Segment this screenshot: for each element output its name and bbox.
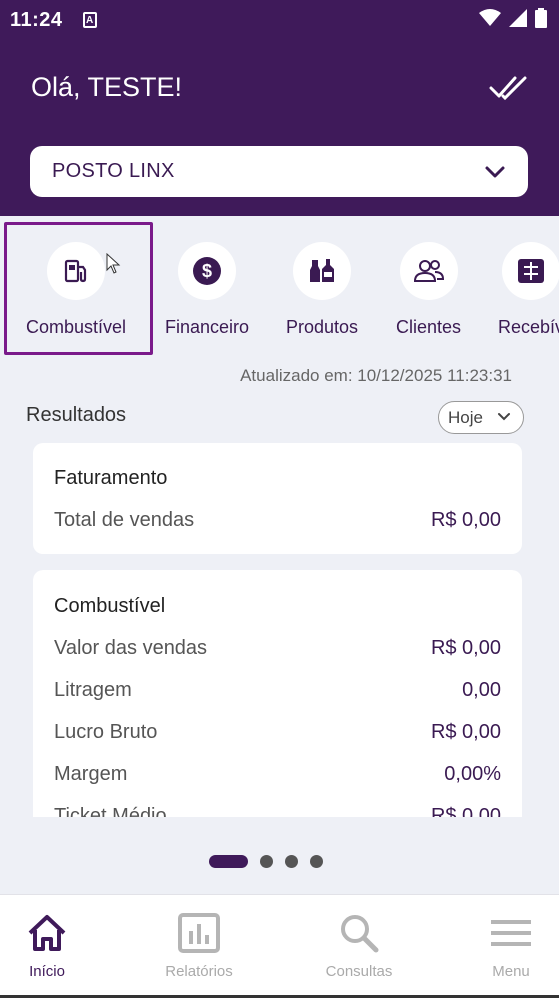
pager-dot[interactable]: [310, 855, 323, 868]
metric-row: Litragem 0,00: [54, 679, 501, 702]
double-check-icon[interactable]: [489, 74, 529, 102]
people-icon: [399, 242, 458, 300]
nav-relatorios[interactable]: Relatórios: [139, 913, 259, 980]
metric-value: R$ 0,00: [430, 721, 501, 743]
pager-dot-active[interactable]: [209, 855, 248, 868]
category-clientes[interactable]: Clientes: [396, 242, 461, 338]
chevron-down-icon: [498, 413, 510, 421]
metric-label: Valor das vendas: [54, 637, 208, 659]
metric-value: 0,00: [462, 679, 501, 701]
category-label: Combustível: [26, 317, 127, 337]
nav-label: Relatórios: [165, 963, 233, 980]
nav-label: Menu: [492, 963, 530, 980]
home-icon: [28, 915, 66, 951]
battery-icon: [535, 8, 547, 28]
metric-row: Ticket Médio R$ 0,00: [54, 805, 501, 817]
metric-value: 0,00%: [444, 763, 501, 785]
metric-label: Ticket Médio: [54, 805, 167, 817]
hamburger-menu-icon: [491, 920, 531, 946]
bar-chart-icon: [178, 913, 220, 953]
nav-inicio[interactable]: Início: [0, 913, 107, 980]
status-icons: [479, 8, 547, 28]
metric-label: Total de vendas: [54, 509, 195, 531]
nav-label: Consultas: [325, 963, 393, 980]
pager-dot[interactable]: [285, 855, 298, 868]
card-title: Combustível: [54, 595, 166, 617]
metric-value: R$ 0,00: [430, 637, 501, 659]
card-combustivel-body: Combustível Valor das vendas R$ 0,00 Lit…: [33, 570, 522, 817]
bottles-icon: [293, 242, 352, 300]
last-updated-text: Atualizado em: 10/12/2025 11:23:31: [240, 366, 512, 385]
category-produtos[interactable]: Produtos: [286, 242, 358, 338]
nav-menu[interactable]: Menu: [451, 913, 559, 980]
app-header: 11:24 A Olá, TESTE! POSTO LINX: [0, 0, 559, 216]
metric-row: Margem 0,00%: [54, 763, 501, 786]
dollar-icon: $: [178, 242, 237, 300]
nav-label: Início: [29, 963, 65, 980]
status-time: 11:24: [10, 8, 63, 31]
pager-dot[interactable]: [260, 855, 273, 868]
metric-label: Lucro Bruto: [54, 721, 158, 743]
category-label: Produtos: [286, 317, 359, 337]
cash-register-icon: [502, 242, 559, 300]
fuel-pump-icon: [47, 242, 106, 300]
signal-icon: [509, 9, 527, 27]
mouse-cursor-icon: [106, 253, 121, 274]
card-title: Faturamento: [54, 467, 168, 489]
metric-label: Litragem: [54, 679, 132, 701]
bottom-nav: Início Relatórios Consultas Menu: [0, 894, 559, 998]
period-select[interactable]: Hoje: [438, 401, 524, 434]
status-bar: 11:24 A: [0, 0, 559, 40]
category-financeiro[interactable]: $ Financeiro: [165, 242, 249, 338]
category-carousel[interactable]: Combustível $ Financeiro Produtos Client…: [0, 216, 559, 356]
chevron-down-icon: [485, 166, 505, 178]
card-combustivel[interactable]: Combustível Valor das vendas R$ 0,00 Lit…: [33, 570, 522, 817]
nav-consultas[interactable]: Consultas: [299, 913, 419, 980]
search-icon: [341, 915, 379, 953]
card-faturamento: Faturamento Total de vendas R$ 0,00: [33, 443, 522, 554]
period-select-value: Hoje: [448, 407, 483, 427]
metric-row: Total de vendas R$ 0,00: [54, 509, 501, 532]
station-select[interactable]: POSTO LINX: [30, 146, 528, 197]
category-recebiveis[interactable]: Recebív: [498, 242, 559, 338]
metric-row: Lucro Bruto R$ 0,00: [54, 721, 501, 744]
category-label: Recebív: [498, 317, 559, 337]
category-label: Financeiro: [165, 317, 250, 337]
station-select-value: POSTO LINX: [52, 160, 175, 182]
results-title: Resultados: [26, 404, 127, 426]
metric-label: Margem: [54, 763, 128, 785]
pager-dots[interactable]: [209, 855, 323, 868]
metric-row: Valor das vendas R$ 0,00: [54, 637, 501, 660]
metric-value: R$ 0,00: [430, 805, 501, 817]
wifi-icon: [479, 9, 501, 26]
metric-value: R$ 0,00: [430, 509, 501, 531]
category-label: Clientes: [396, 317, 462, 337]
svg-text:$: $: [202, 261, 212, 281]
greeting-title: Olá, TESTE!: [31, 72, 183, 102]
notification-icon: A: [82, 12, 97, 28]
